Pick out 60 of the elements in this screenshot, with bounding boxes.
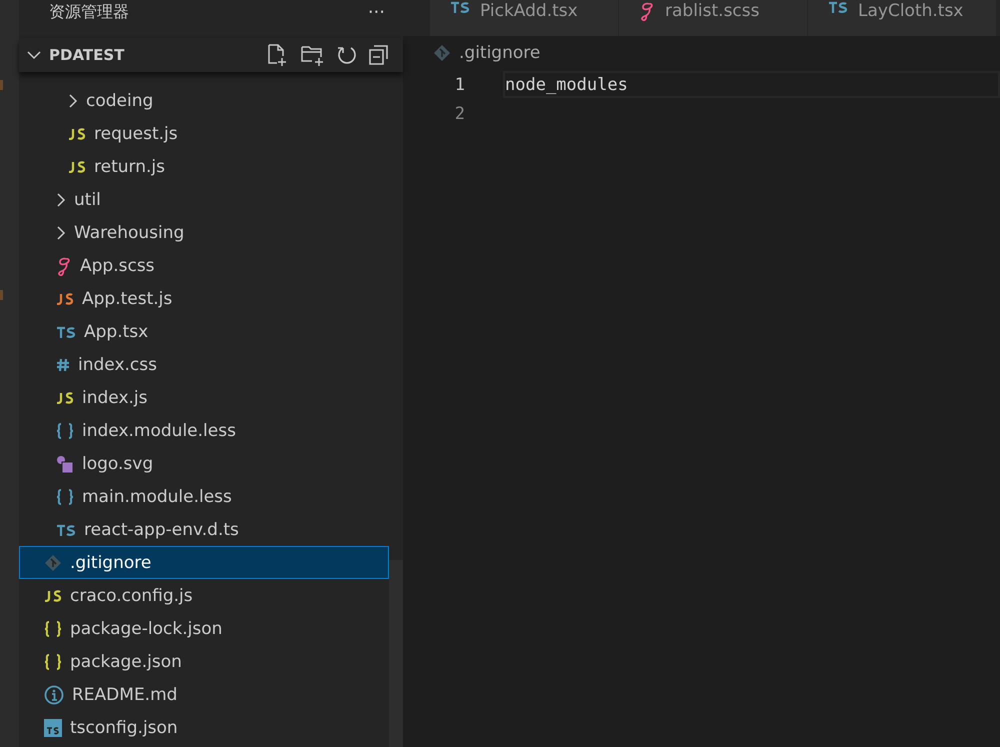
ts-file-icon <box>56 326 76 338</box>
braces-file-icon <box>44 620 62 636</box>
tree-item[interactable]: react-app-env.d.ts <box>19 513 389 546</box>
js-file-icon <box>68 128 86 140</box>
tree-item[interactable]: tsconfig.json <box>19 711 389 744</box>
tree-item[interactable]: App.scss <box>19 249 389 282</box>
shapes-file-icon <box>56 454 74 472</box>
git-file-icon <box>44 554 62 572</box>
line-number: 1 <box>454 74 465 94</box>
tree-item[interactable]: .gitignore <box>19 546 389 579</box>
code-line: node_modules <box>505 74 628 94</box>
js-file-icon <box>68 160 86 172</box>
more-actions-button[interactable]: ··· <box>368 2 385 22</box>
ts-config-icon <box>44 718 62 736</box>
chevron-right-icon <box>68 92 78 108</box>
braces-file-icon <box>44 654 62 670</box>
tree-item[interactable]: return.js <box>19 150 389 183</box>
panel-title: 资源管理器 <box>49 2 129 22</box>
tree-item[interactable]: craco.config.js <box>19 579 389 612</box>
scrollbar[interactable] <box>389 560 403 747</box>
tree-item[interactable]: package-lock.json <box>19 612 389 645</box>
tree-item[interactable]: index.css <box>19 348 389 381</box>
chevron-down-icon <box>27 50 41 60</box>
sass-file-icon <box>56 256 72 276</box>
js-file-icon <box>56 292 74 304</box>
tree-item[interactable]: package.json <box>19 645 389 678</box>
tree-item[interactable]: index.module.less <box>19 414 389 447</box>
info-icon <box>44 684 64 704</box>
line-number: 2 <box>454 104 465 124</box>
editor-tab[interactable]: PickAdd.tsx <box>430 0 619 36</box>
collapse-all-icon[interactable] <box>369 45 389 65</box>
tree-item[interactable]: App.test.js <box>19 282 389 315</box>
js-file-icon <box>44 590 62 602</box>
tree-item[interactable]: main.module.less <box>19 480 389 513</box>
js-file-icon <box>56 392 74 404</box>
tree-item[interactable]: request.js <box>19 117 389 150</box>
tree-item[interactable]: codeing <box>19 84 389 117</box>
tree-item[interactable]: README.md <box>19 678 389 711</box>
tree-item[interactable]: App.tsx <box>19 315 389 348</box>
tree-item[interactable]: index.js <box>19 381 389 414</box>
section-header[interactable]: PDATEST <box>27 46 124 64</box>
ts-file-icon <box>450 1 470 13</box>
ts-file-icon <box>56 524 76 536</box>
chevron-right-icon <box>56 192 66 208</box>
new-folder-icon[interactable] <box>301 44 325 66</box>
braces-file-icon <box>56 422 74 438</box>
tree-item[interactable]: Warehousing <box>19 216 389 249</box>
new-file-icon[interactable] <box>267 44 289 66</box>
chevron-right-icon <box>56 224 66 240</box>
ts-file-icon <box>828 1 848 13</box>
breadcrumb[interactable]: .gitignore <box>459 43 540 63</box>
refresh-icon[interactable] <box>337 45 357 65</box>
tree-item[interactable]: util <box>19 183 389 216</box>
editor-tab[interactable]: rablist.scss <box>619 0 808 36</box>
tree-item[interactable]: logo.svg <box>19 447 389 480</box>
git-file-icon <box>433 44 451 62</box>
sass-file-icon <box>639 1 655 21</box>
editor-tab[interactable]: LayCloth.tsx <box>808 0 997 36</box>
hash-file-icon <box>56 358 70 372</box>
braces-file-icon <box>56 488 74 504</box>
